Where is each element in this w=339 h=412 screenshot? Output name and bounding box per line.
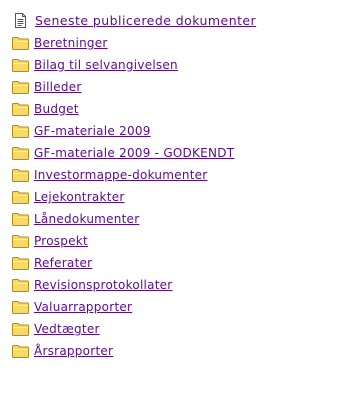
latest-documents-item[interactable]: Seneste publicerede dokumenter xyxy=(12,9,339,32)
folder-icon xyxy=(12,147,29,160)
folder-item-11[interactable]: Referater xyxy=(12,252,339,274)
folder-link[interactable]: Valuarrapporter xyxy=(34,300,132,314)
folder-link[interactable]: Billeder xyxy=(34,80,82,94)
folder-icon xyxy=(12,279,29,292)
folder-link[interactable]: Vedtægter xyxy=(34,322,100,336)
folder-link[interactable]: Revisionsprotokollater xyxy=(34,278,172,292)
folder-link[interactable]: Lejekontrakter xyxy=(34,190,125,204)
folder-item-4[interactable]: Budget xyxy=(12,98,339,120)
folder-link[interactable]: Referater xyxy=(34,256,92,270)
folder-item-2[interactable]: Bilag til selvangivelsen xyxy=(12,54,339,76)
folder-item-3[interactable]: Billeder xyxy=(12,76,339,98)
folder-icon xyxy=(12,257,29,270)
folder-icon xyxy=(12,59,29,72)
folder-item-6[interactable]: GF-materiale 2009 - GODKENDT xyxy=(12,142,339,164)
latest-documents-link[interactable]: Seneste publicerede dokumenter xyxy=(35,13,256,28)
folder-link[interactable]: Beretninger xyxy=(34,36,108,50)
folder-item-10[interactable]: Prospekt xyxy=(12,230,339,252)
document-folder-tree: Seneste publicerede dokumenter Beretning… xyxy=(0,0,339,362)
folder-item-7[interactable]: Investormappe-dokumenter xyxy=(12,164,339,186)
folder-icon xyxy=(12,235,29,248)
folder-icon xyxy=(12,103,29,116)
folder-link[interactable]: Lånedokumenter xyxy=(34,212,139,226)
folder-item-12[interactable]: Revisionsprotokollater xyxy=(12,274,339,296)
folder-icon xyxy=(12,81,29,94)
folder-link[interactable]: Budget xyxy=(34,102,79,116)
folder-icon xyxy=(12,301,29,314)
folder-icon xyxy=(12,323,29,336)
folder-item-13[interactable]: Valuarrapporter xyxy=(12,296,339,318)
folder-link[interactable]: GF-materiale 2009 xyxy=(34,124,151,138)
folder-item-5[interactable]: GF-materiale 2009 xyxy=(12,120,339,142)
folder-link[interactable]: GF-materiale 2009 - GODKENDT xyxy=(34,146,234,160)
folder-icon xyxy=(12,125,29,138)
folder-icon xyxy=(12,345,29,358)
folder-item-15[interactable]: Årsrapporter xyxy=(12,340,339,362)
folder-item-14[interactable]: Vedtægter xyxy=(12,318,339,340)
folder-item-8[interactable]: Lejekontrakter xyxy=(12,186,339,208)
folder-icon xyxy=(12,37,29,50)
folder-link[interactable]: Årsrapporter xyxy=(34,344,113,358)
folder-link[interactable]: Prospekt xyxy=(34,234,88,248)
folder-item-1[interactable]: Beretninger xyxy=(12,32,339,54)
folder-icon xyxy=(12,213,29,226)
folder-icon xyxy=(12,191,29,204)
folder-icon xyxy=(12,169,29,182)
folder-item-9[interactable]: Lånedokumenter xyxy=(12,208,339,230)
document-icon xyxy=(15,13,26,28)
folder-link[interactable]: Investormappe-dokumenter xyxy=(34,168,207,182)
folder-link[interactable]: Bilag til selvangivelsen xyxy=(34,58,178,72)
